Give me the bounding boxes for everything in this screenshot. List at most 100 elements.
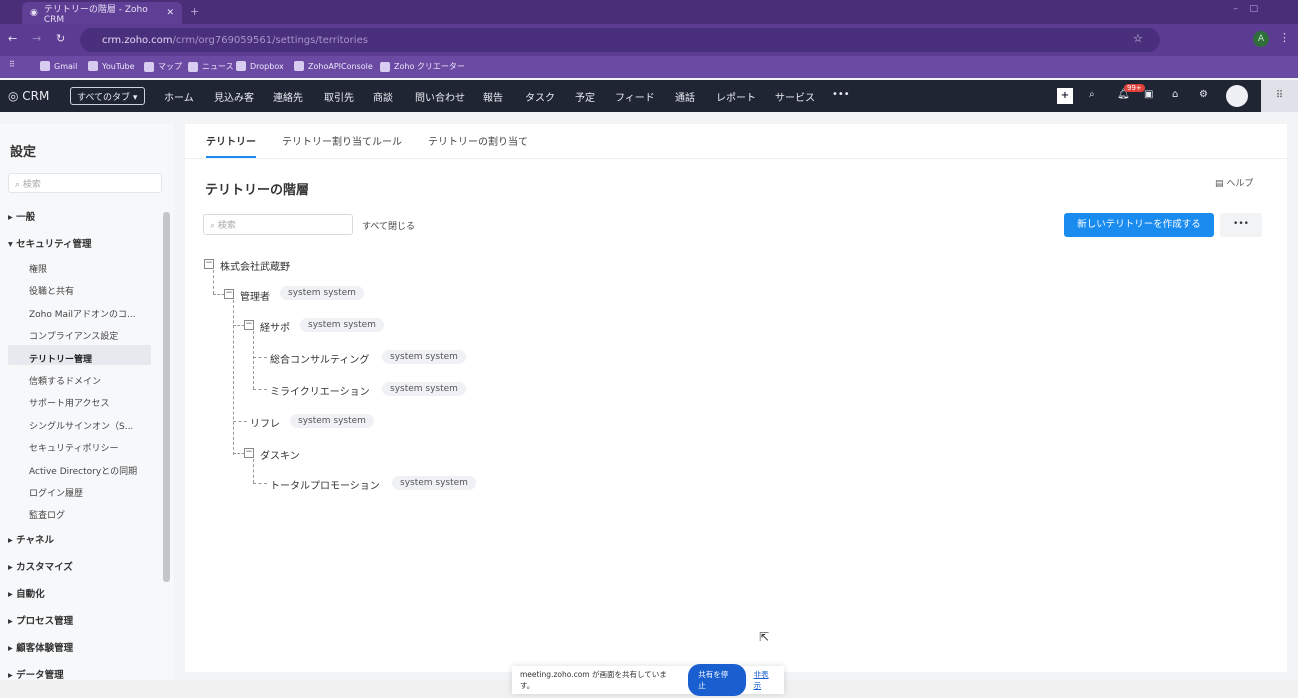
bookmark[interactable]: ZohoAPIConsole (294, 61, 373, 71)
sidebar-item[interactable]: 権限 (29, 262, 47, 275)
bookmarks-bar: ⠿ Gmail YouTube マップ ニュース Dropbox ZohoAPI… (0, 56, 1298, 78)
more-options-button[interactable]: ••• (1220, 213, 1262, 237)
tab[interactable]: テリトリーの割り当て (428, 133, 528, 156)
sidebar-group-security[interactable]: ▾ セキュリティ管理 (8, 236, 92, 250)
tree-node[interactable]: 管理者 (240, 288, 270, 303)
nav-item[interactable]: 見込み客 (214, 89, 254, 104)
tree-node[interactable]: ダスキン (260, 447, 300, 462)
tab-title: テリトリーの階層 - Zoho CRM (43, 4, 148, 25)
collapse-toggle-icon[interactable]: − (244, 448, 254, 458)
sidebar-item[interactable]: コンプライアンス設定 (29, 329, 118, 342)
collapse-all-link[interactable]: すべて閉じる (362, 219, 415, 232)
address-bar-area: ← → ↻ crm.zoho.com/crm/org769059561/sett… (0, 24, 1298, 56)
app-grid-icon[interactable]: ⠿ (1261, 80, 1298, 112)
nav-item[interactable]: 報告 (483, 89, 503, 104)
tree-node[interactable]: トータルプロモーション (270, 477, 380, 492)
sidebar-item[interactable]: 監査ログ (29, 508, 65, 521)
bookmark-star-icon[interactable]: ☆ (1133, 32, 1143, 45)
nav-item[interactable]: ホーム (164, 89, 194, 104)
sidebar-item[interactable]: 信頼するドメイン (29, 374, 101, 387)
nav-item[interactable]: タスク (525, 89, 555, 104)
sidebar-group[interactable]: ▸ プロセス管理 (8, 613, 73, 627)
collapse-toggle-icon[interactable]: − (244, 320, 254, 330)
stop-sharing-button[interactable]: 共有を停止 (688, 664, 746, 696)
bookmark[interactable]: マップ (144, 61, 182, 72)
sidebar-scrollbar[interactable] (163, 212, 170, 582)
sidebar-group[interactable]: ▸ データ管理 (8, 667, 64, 681)
help-link[interactable]: ▤ ヘルプ (1215, 176, 1253, 189)
back-icon[interactable]: ← (8, 32, 17, 45)
reload-icon[interactable]: ↻ (56, 32, 65, 45)
sidebar-group[interactable]: ▸ 顧客体験管理 (8, 640, 73, 654)
tab[interactable]: テリトリー割り当てルール (282, 133, 402, 156)
nav-item[interactable]: ••• (832, 89, 850, 100)
sidebar-group[interactable]: ▸ カスタマイズ (8, 559, 73, 573)
screen-share-bar: meeting.zoho.com が画面を共有しています。 共有を停止 非表示 (512, 664, 784, 696)
owner-pill: system system (300, 318, 384, 332)
tree-node[interactable]: 経サポ (260, 319, 290, 334)
calendar-icon[interactable]: ▣ (1144, 89, 1153, 100)
crm-logo[interactable]: ◎ CRM (8, 89, 49, 103)
sidebar-item[interactable]: テリトリー管理 (29, 352, 92, 365)
url-input[interactable]: crm.zoho.com/crm/org769059561/settings/t… (80, 28, 1160, 52)
bookmark[interactable]: Zoho クリエーター (380, 61, 465, 72)
close-tab-icon[interactable]: ✕ (166, 8, 174, 18)
territory-search-input[interactable]: ⌕ 検索 (203, 214, 353, 235)
new-tab-button[interactable]: + (190, 5, 199, 18)
nav-item[interactable]: フィード (615, 89, 655, 104)
marketplace-icon[interactable]: ⌂ (1172, 89, 1178, 100)
hide-share-bar-link[interactable]: 非表示 (754, 669, 776, 691)
nav-item[interactable]: 予定 (575, 89, 595, 104)
sidebar-search-input[interactable]: ⌕ 検索 (8, 173, 162, 193)
nav-item[interactable]: 問い合わせ (415, 89, 465, 104)
nav-item[interactable]: 連絡先 (273, 89, 303, 104)
zoho-favicon-icon: ◉ (30, 8, 38, 18)
bookmark[interactable]: Dropbox (236, 61, 284, 71)
tab[interactable]: テリトリー (206, 133, 256, 158)
search-icon[interactable]: ⌕ (1089, 89, 1095, 100)
bookmark[interactable]: Gmail (40, 61, 77, 71)
collapse-toggle-icon[interactable]: − (204, 259, 214, 269)
sidebar-item[interactable]: Zoho Mailアドオンのコ... (29, 307, 136, 320)
create-territory-button[interactable]: 新しいテリトリーを作成する (1064, 213, 1214, 237)
owner-pill: system system (392, 476, 476, 490)
browser-menu-icon[interactable]: ⋮ (1279, 31, 1290, 44)
profile-avatar[interactable]: A (1253, 31, 1269, 47)
nav-item[interactable]: サービス (775, 89, 815, 104)
browser-tab[interactable]: ◉ テリトリーの階層 - Zoho CRM ✕ (22, 2, 182, 25)
nav-item[interactable]: レポート (716, 89, 756, 104)
all-tabs-dropdown[interactable]: すべてのタブ ▾ (70, 87, 145, 105)
main-panel: テリトリー テリトリー割り当てルール テリトリーの割り当て テリトリーの階層 ▤ ヘ… (185, 124, 1287, 672)
share-status-text: meeting.zoho.com が画面を共有しています。 (520, 670, 667, 690)
sidebar-item[interactable]: ログイン履歴 (29, 486, 83, 499)
apps-grid-icon[interactable]: ⠿ (9, 60, 15, 69)
bookmark[interactable]: ニュース (188, 61, 234, 72)
sidebar-title: 設定 (10, 145, 37, 160)
sidebar-item[interactable]: シングルサインオン（S... (29, 419, 133, 432)
sidebar-group[interactable]: ▸ 自動化 (8, 586, 45, 600)
sidebar-group[interactable]: ▸ チャネル (8, 532, 54, 546)
nav-item[interactable]: 通話 (675, 89, 695, 104)
collapse-toggle-icon[interactable]: − (224, 289, 234, 299)
nav-item[interactable]: 商談 (373, 89, 393, 104)
sidebar-item[interactable]: Active Directoryとの同期 (29, 464, 137, 477)
quick-create-plus-icon[interactable]: + (1057, 88, 1073, 104)
sidebar-item[interactable]: 役職と共有 (29, 284, 74, 297)
nav-item[interactable]: 取引先 (324, 89, 354, 104)
sidebar-group-general[interactable]: ▸ 一般 (8, 209, 35, 223)
window-controls[interactable]: – □ (1234, 4, 1258, 14)
settings-gear-icon[interactable]: ⚙ (1199, 89, 1208, 100)
owner-pill: system system (280, 286, 364, 300)
tree-node[interactable]: リフレ (250, 415, 280, 430)
notification-badge: 99+ (1124, 84, 1145, 92)
page-title: テリトリーの階層 (205, 183, 310, 198)
tree-node[interactable]: 株式会社武蔵野 (220, 258, 290, 273)
user-avatar[interactable] (1226, 85, 1248, 107)
forward-icon[interactable]: → (32, 32, 41, 45)
sidebar-item[interactable]: セキュリティポリシー (29, 441, 118, 454)
tree-node[interactable]: 総合コンサルティング (270, 351, 369, 366)
tree-node[interactable]: ミライクリエーション (270, 383, 370, 398)
sidebar-item[interactable]: サポート用アクセス (29, 396, 110, 409)
bookmark[interactable]: YouTube (88, 61, 135, 71)
crm-top-nav: ◎ CRM すべてのタブ ▾ ホーム 見込み客 連絡先 取引先 商談 問い合わせ 報告 タスク… (0, 80, 1298, 112)
